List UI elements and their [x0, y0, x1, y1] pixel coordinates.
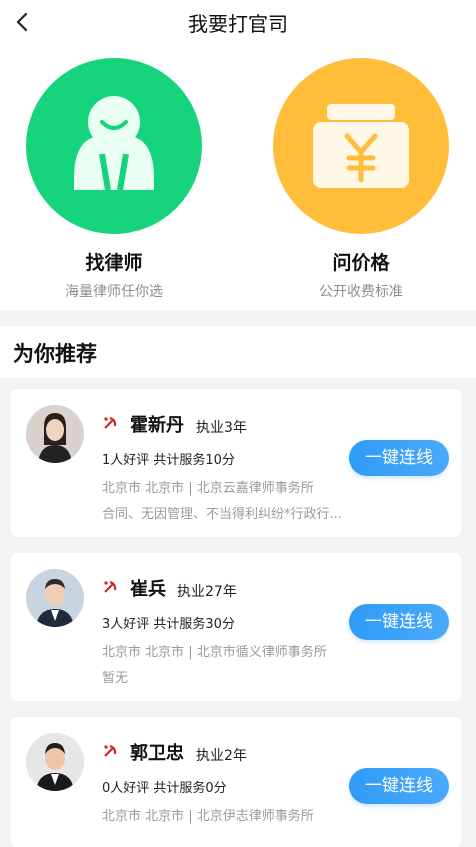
lawyer-name: 崔兵 — [130, 579, 166, 600]
avatar — [26, 405, 84, 463]
ask-price-title: 问价格 — [332, 252, 390, 274]
page-title: 我要打官司 — [188, 12, 288, 36]
find-lawyer-title: 找律师 — [85, 252, 143, 274]
find-lawyer-circle — [26, 58, 202, 234]
ask-price-entry[interactable]: 问价格 公开收费标准 — [272, 58, 450, 301]
find-lawyer-entry[interactable]: 找律师 海量律师任你选 — [25, 58, 203, 301]
price-icon — [313, 104, 409, 188]
party-emblem-icon — [102, 743, 118, 759]
avatar — [26, 733, 84, 791]
connect-button[interactable]: 一键连线 — [349, 604, 449, 640]
lawyer-icon — [74, 96, 154, 191]
lawyer-name: 郭卫忠 — [130, 743, 184, 764]
lawyer-address: 北京市 北京市 | 北京云嘉律师事务所 — [102, 481, 314, 496]
ask-price-circle — [273, 58, 449, 234]
ask-price-subtitle: 公开收费标准 — [319, 284, 403, 300]
connect-button[interactable]: 一键连线 — [349, 440, 449, 476]
review-stats: 3人好评 共计服务30分 — [102, 617, 235, 632]
section-title: 为你推荐 — [13, 342, 97, 366]
practice-years: 执业27年 — [177, 584, 237, 600]
find-lawyer-subtitle: 海量律师任你选 — [65, 284, 163, 300]
lawyer-name: 霍新丹 — [130, 415, 184, 436]
review-stats: 0人好评 共计服务0分 — [102, 781, 227, 796]
avatar — [26, 569, 84, 627]
practice-areas: 暂无 — [102, 671, 129, 686]
practice-years: 执业2年 — [196, 748, 247, 764]
lawyer-card[interactable]: 崔兵 执业27年 3人好评 共计服务30分 北京市 北京市 | 北京市循义律师事… — [11, 553, 461, 701]
hero-panel: 找律师 海量律师任你选 问价格 公开收费标准 — [0, 44, 476, 310]
practice-years: 执业3年 — [196, 420, 247, 436]
lawyer-card[interactable]: 霍新丹 执业3年 1人好评 共计服务10分 北京市 北京市 | 北京云嘉律师事务… — [11, 389, 461, 537]
top-bar: 我要打官司 — [0, 0, 476, 44]
practice-areas: 合同、无因管理、不当得利纠纷*行政行... — [102, 507, 342, 522]
party-emblem-icon — [102, 415, 118, 431]
recommend-section-header: 为你推荐 — [0, 326, 476, 378]
connect-button[interactable]: 一键连线 — [349, 768, 449, 804]
lawyer-card[interactable]: 郭卫忠 执业2年 0人好评 共计服务0分 北京市 北京市 | 北京伊志律师事务所… — [11, 717, 461, 847]
lawyer-address: 北京市 北京市 | 北京伊志律师事务所 — [102, 809, 314, 824]
lawyer-address: 北京市 北京市 | 北京市循义律师事务所 — [102, 645, 327, 660]
party-emblem-icon — [102, 579, 118, 595]
review-stats: 1人好评 共计服务10分 — [102, 453, 235, 468]
